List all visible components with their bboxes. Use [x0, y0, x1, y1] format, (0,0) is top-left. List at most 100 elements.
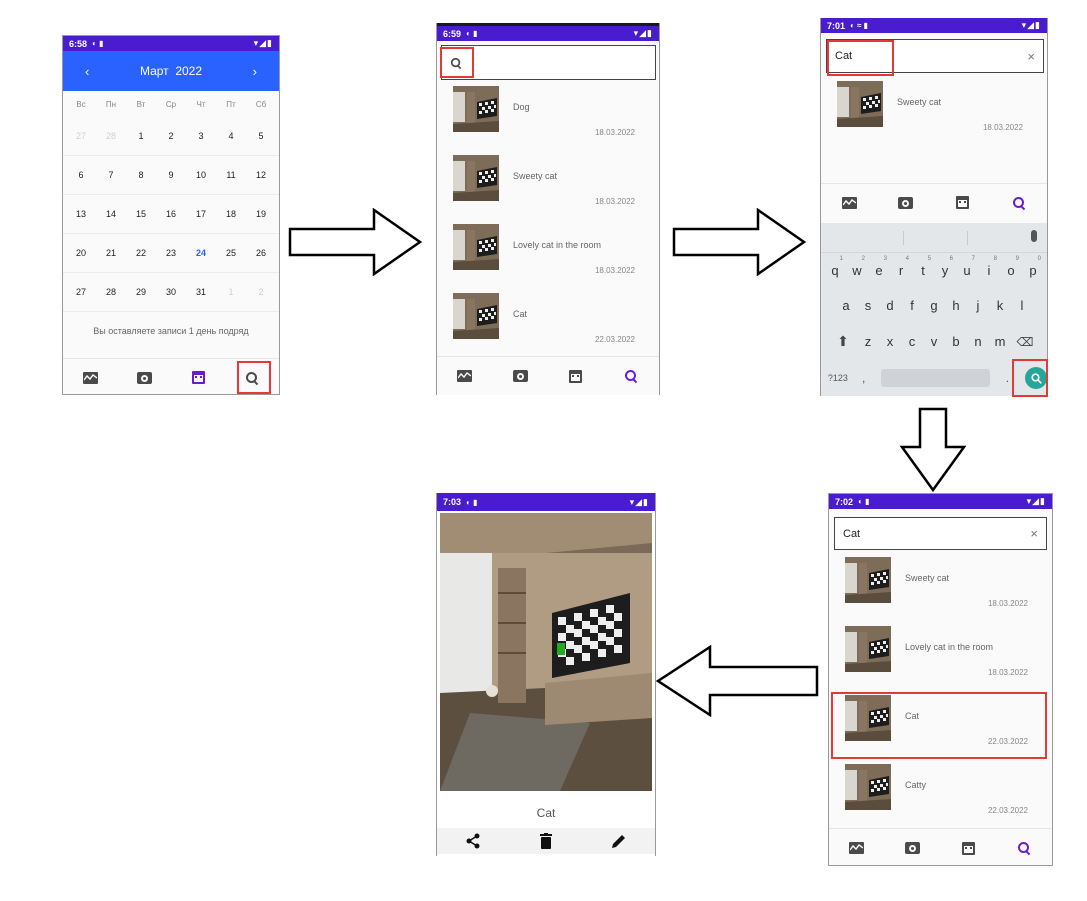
- search-input[interactable]: Cat ×: [834, 517, 1047, 550]
- calendar-day[interactable]: 12: [246, 170, 276, 180]
- list-item[interactable]: Dog 18.03.2022: [437, 86, 659, 155]
- nav-chart[interactable]: [837, 191, 861, 215]
- comma-key[interactable]: ,: [855, 371, 873, 385]
- list-item[interactable]: Sweety cat 18.03.2022: [821, 81, 1047, 150]
- calendar-day[interactable]: 28: [96, 131, 126, 141]
- list-item[interactable]: Lovely cat in the room 18.03.2022: [437, 224, 659, 293]
- nav-calendar[interactable]: [186, 366, 210, 390]
- calendar-day[interactable]: 30: [156, 287, 186, 297]
- calendar-day[interactable]: 6: [66, 170, 96, 180]
- key-t[interactable]: 5t: [912, 256, 934, 278]
- key-i[interactable]: 8i: [978, 256, 1000, 278]
- nav-calendar[interactable]: [950, 191, 974, 215]
- list-item[interactable]: Cat 22.03.2022: [437, 293, 659, 348]
- calendar-day[interactable]: 4: [216, 131, 246, 141]
- calendar-day[interactable]: 17: [186, 209, 216, 219]
- calendar-day[interactable]: 28: [96, 287, 126, 297]
- notification-icon: ◐ ▮: [858, 497, 870, 506]
- key-g[interactable]: g: [923, 298, 945, 313]
- calendar-day[interactable]: 7: [96, 170, 126, 180]
- calendar-day[interactable]: 18: [216, 209, 246, 219]
- calendar-day[interactable]: 25: [216, 248, 246, 258]
- nav-calendar[interactable]: [956, 836, 980, 860]
- edit-icon[interactable]: [607, 830, 631, 852]
- symbols-key[interactable]: ?123: [821, 373, 855, 383]
- entry-title: Lovely cat in the room: [513, 240, 602, 250]
- key-m[interactable]: m: [989, 334, 1011, 349]
- calendar-day[interactable]: 2: [156, 131, 186, 141]
- key-d[interactable]: d: [879, 298, 901, 313]
- close-icon[interactable]: ×: [1030, 526, 1038, 541]
- calendar-day[interactable]: 14: [96, 209, 126, 219]
- key-j[interactable]: j: [967, 298, 989, 313]
- key-a[interactable]: a: [835, 298, 857, 313]
- calendar-day[interactable]: 15: [126, 209, 156, 219]
- calendar-day[interactable]: 19: [246, 209, 276, 219]
- list-item[interactable]: Lovely cat in the room 18.03.2022: [829, 626, 1052, 695]
- calendar-day[interactable]: 27: [66, 287, 96, 297]
- nav-camera[interactable]: [894, 191, 918, 215]
- calendar-day[interactable]: 22: [126, 248, 156, 258]
- mic-icon[interactable]: [1031, 230, 1037, 242]
- nav-chart[interactable]: [78, 366, 102, 390]
- key-c[interactable]: c: [901, 334, 923, 349]
- shift-icon[interactable]: ⬆: [829, 333, 857, 350]
- calendar-day[interactable]: 11: [216, 170, 246, 180]
- calendar-day[interactable]: 2: [246, 287, 276, 297]
- calendar-day[interactable]: 20: [66, 248, 96, 258]
- calendar-day[interactable]: 1: [126, 131, 156, 141]
- calendar-day[interactable]: 5: [246, 131, 276, 141]
- list-item[interactable]: Catty 22.03.2022: [829, 764, 1052, 819]
- calendar-day[interactable]: 16: [156, 209, 186, 219]
- calendar-day[interactable]: 10: [186, 170, 216, 180]
- key-q[interactable]: 1q: [824, 256, 846, 278]
- calendar-day[interactable]: 1: [216, 287, 246, 297]
- calendar-day[interactable]: 21: [96, 248, 126, 258]
- prev-month-button[interactable]: ‹: [85, 64, 89, 79]
- share-icon[interactable]: [461, 830, 485, 852]
- key-p[interactable]: 0p: [1022, 256, 1044, 278]
- nav-search[interactable]: [1012, 836, 1036, 860]
- nav-chart[interactable]: [453, 364, 477, 388]
- calendar-day[interactable]: 13: [66, 209, 96, 219]
- calendar-day[interactable]: 3: [186, 131, 216, 141]
- nav-chart[interactable]: [845, 836, 869, 860]
- key-h[interactable]: h: [945, 298, 967, 313]
- nav-camera[interactable]: [132, 366, 156, 390]
- key-y[interactable]: 6y: [934, 256, 956, 278]
- delete-icon[interactable]: [534, 830, 558, 852]
- nav-search[interactable]: [1007, 191, 1031, 215]
- key-z[interactable]: z: [857, 334, 879, 349]
- calendar-day[interactable]: 26: [246, 248, 276, 258]
- calendar-day[interactable]: 23: [156, 248, 186, 258]
- calendar-day[interactable]: 29: [126, 287, 156, 297]
- key-x[interactable]: x: [879, 334, 901, 349]
- nav-camera[interactable]: [508, 364, 532, 388]
- key-l[interactable]: l: [1011, 298, 1033, 313]
- key-o[interactable]: 9o: [1000, 256, 1022, 278]
- nav-search[interactable]: [619, 364, 643, 388]
- calendar-day[interactable]: 24: [186, 248, 216, 258]
- close-icon[interactable]: ×: [1027, 49, 1035, 64]
- key-f[interactable]: f: [901, 298, 923, 313]
- calendar-day[interactable]: 31: [186, 287, 216, 297]
- nav-camera[interactable]: [901, 836, 925, 860]
- key-b[interactable]: b: [945, 334, 967, 349]
- list-item[interactable]: Sweety cat 18.03.2022: [437, 155, 659, 224]
- key-n[interactable]: n: [967, 334, 989, 349]
- key-u[interactable]: 7u: [956, 256, 978, 278]
- next-month-button[interactable]: ›: [253, 64, 257, 79]
- key-r[interactable]: 4r: [890, 256, 912, 278]
- space-key[interactable]: [880, 369, 990, 387]
- calendar-day[interactable]: 9: [156, 170, 186, 180]
- key-s[interactable]: s: [857, 298, 879, 313]
- backspace-icon[interactable]: ⌫: [1011, 335, 1039, 349]
- calendar-day[interactable]: 27: [66, 131, 96, 141]
- list-item[interactable]: Sweety cat 18.03.2022: [829, 557, 1052, 626]
- calendar-day[interactable]: 8: [126, 170, 156, 180]
- key-v[interactable]: v: [923, 334, 945, 349]
- nav-calendar[interactable]: [564, 364, 588, 388]
- key-k[interactable]: k: [989, 298, 1011, 313]
- key-w[interactable]: 2w: [846, 256, 868, 278]
- key-e[interactable]: 3e: [868, 256, 890, 278]
